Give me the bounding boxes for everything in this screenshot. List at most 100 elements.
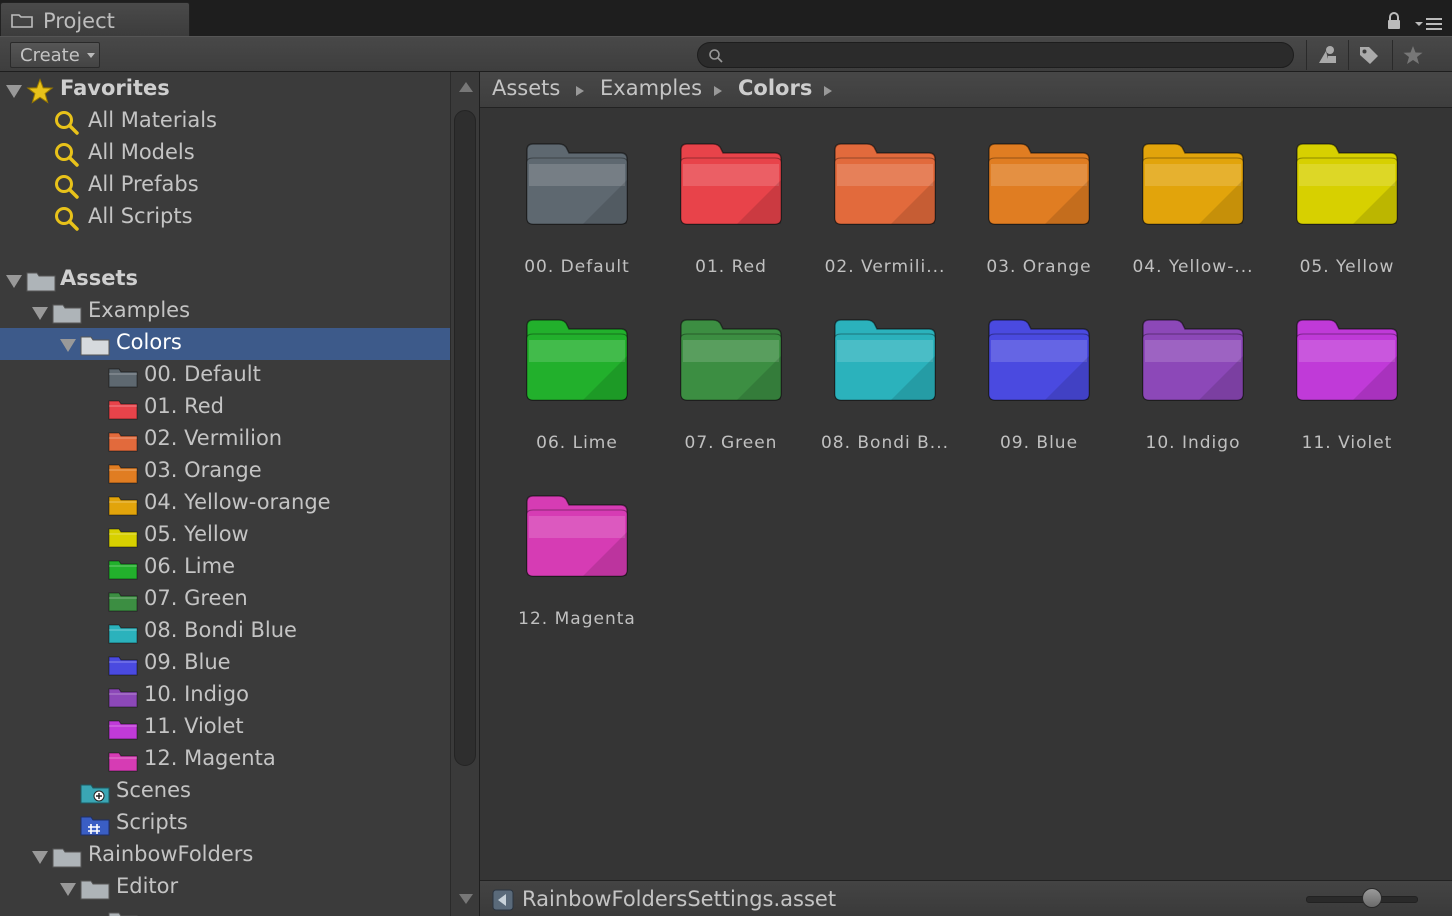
tree-item-label: 10. Indigo	[144, 682, 249, 706]
folder-tile[interactable]: 06. Lime	[502, 316, 652, 476]
breadcrumb-colors[interactable]: Colors	[738, 76, 812, 100]
breadcrumb-assets[interactable]: Assets	[492, 76, 560, 100]
tree-item-color-folder[interactable]: 07. Green	[0, 584, 450, 616]
scenes-label: Scenes	[116, 778, 191, 802]
folder-tile[interactable]: 10. Indigo	[1118, 316, 1268, 476]
folder-tile[interactable]: 03. Orange	[964, 140, 1114, 300]
folder-icon	[108, 368, 138, 388]
filter-by-label-button[interactable]	[1348, 40, 1388, 70]
favorites-item[interactable]: All Scripts	[0, 202, 450, 234]
folder-tile-label: 04. Yellow-...	[1132, 257, 1254, 277]
favorites-item-label: All Materials	[88, 108, 217, 132]
folder-icon	[108, 912, 138, 916]
tree-item-scripts[interactable]: Scripts	[0, 808, 450, 840]
scripts-folder-icon	[80, 816, 110, 836]
folder-tile[interactable]: 02. Vermili...	[810, 140, 960, 300]
folder-icon	[988, 319, 1090, 401]
folder-tile[interactable]: 11. Violet	[1272, 316, 1422, 476]
search-input[interactable]	[732, 45, 1276, 67]
folder-tile[interactable]: 07. Green	[656, 316, 806, 476]
breadcrumb-separator-icon	[576, 86, 584, 96]
tree-item-label: 05. Yellow	[144, 522, 249, 546]
folder-icon	[80, 336, 110, 356]
tree-item-color-folder[interactable]: 08. Bondi Blue	[0, 616, 450, 648]
project-tab[interactable]: Project	[0, 2, 190, 36]
tree-scrollbar[interactable]	[450, 72, 480, 916]
folder-icon	[108, 464, 138, 484]
asset-grid: 00. Default 01. Red 02. Vermili... 03. Oran…	[480, 108, 1452, 880]
project-toolbar: Create	[0, 36, 1452, 72]
search-icon	[55, 111, 79, 135]
expand-triangle-icon[interactable]	[6, 85, 22, 98]
expand-triangle-icon[interactable]	[32, 851, 48, 864]
folder-tile[interactable]: 09. Blue	[964, 316, 1114, 476]
folder-icon	[680, 319, 782, 401]
tree-item-color-folder[interactable]: 00. Default	[0, 360, 450, 392]
tree-item-rainbowfolders[interactable]: RainbowFolders	[0, 840, 450, 872]
rainbowfolders-label: RainbowFolders	[88, 842, 254, 866]
expand-triangle-icon[interactable]	[6, 275, 22, 288]
tree-item-favorites[interactable]: Favorites	[0, 74, 450, 106]
breadcrumb: Assets Examples Colors	[480, 72, 1452, 108]
tree-item-color-folder[interactable]: 12. Magenta	[0, 744, 450, 776]
expand-triangle-icon[interactable]	[60, 883, 76, 896]
tree-item-label: 11. Violet	[144, 714, 244, 738]
tree-item-color-folder[interactable]: 11. Violet	[0, 712, 450, 744]
tree-item-color-folder[interactable]: 05. Yellow	[0, 520, 450, 552]
favorites-item[interactable]: All Models	[0, 138, 450, 170]
scroll-up-arrow-icon[interactable]	[459, 82, 473, 92]
folder-tile[interactable]: 05. Yellow	[1272, 140, 1422, 300]
search-icon	[55, 175, 79, 199]
star-icon	[26, 78, 54, 104]
tree-item-colors[interactable]: Colors	[0, 328, 450, 360]
window-tab-bar: Project	[0, 0, 1452, 36]
folder-icon	[108, 560, 138, 580]
tree-item-color-folder[interactable]: 06. Lime	[0, 552, 450, 584]
favorite-star-icon	[1403, 46, 1423, 64]
tree-item-color-folder[interactable]: 03. Orange	[0, 456, 450, 488]
create-label: Create	[20, 45, 80, 66]
tree-item-label: 07. Green	[144, 586, 248, 610]
tree-item-color-folder[interactable]: 09. Blue	[0, 648, 450, 680]
folder-tile[interactable]: 01. Red	[656, 140, 806, 300]
lock-icon[interactable]	[1386, 12, 1402, 30]
tree-item-color-folder[interactable]: 04. Yellow-orange	[0, 488, 450, 520]
folder-icon	[108, 656, 138, 676]
folder-tile[interactable]: 12. Magenta	[502, 492, 652, 652]
folder-tile[interactable]: 04. Yellow-...	[1118, 140, 1268, 300]
tree-item-editor[interactable]: Editor	[0, 872, 450, 904]
tree-item-color-folder[interactable]: 10. Indigo	[0, 680, 450, 712]
favorites-item-label: All Prefabs	[88, 172, 199, 196]
folder-tile[interactable]: 00. Default	[502, 140, 652, 300]
folder-icon	[526, 143, 628, 225]
folder-tile[interactable]: 08. Bondi B...	[810, 316, 960, 476]
assets-label: Assets	[60, 266, 139, 290]
expand-triangle-icon[interactable]	[60, 339, 76, 352]
tree-item-color-folder[interactable]: 01. Red	[0, 392, 450, 424]
dropdown-arrow-icon	[87, 53, 95, 58]
create-button[interactable]: Create	[10, 42, 100, 68]
zoom-slider-thumb[interactable]	[1362, 888, 1382, 908]
favorites-item[interactable]: All Materials	[0, 106, 450, 138]
expand-triangle-icon[interactable]	[32, 307, 48, 320]
favorites-item[interactable]: All Prefabs	[0, 170, 450, 202]
panel-menu-icon[interactable]	[1414, 14, 1444, 32]
favorites-item-label: All Scripts	[88, 204, 193, 228]
folder-tile-label: 11. Violet	[1301, 433, 1393, 453]
filter-by-type-button[interactable]	[1306, 40, 1346, 70]
tree-item-assets[interactable]: Assets	[0, 264, 450, 296]
tree-item-partial[interactable]	[0, 904, 450, 916]
favorite-button[interactable]	[1392, 40, 1432, 70]
search-box[interactable]	[697, 42, 1294, 68]
scroll-down-arrow-icon[interactable]	[459, 894, 473, 904]
breadcrumb-examples[interactable]: Examples	[600, 76, 702, 100]
tree-item-color-folder[interactable]: 02. Vermilion	[0, 424, 450, 456]
tree-item-scenes[interactable]: Scenes	[0, 776, 450, 808]
tree-item-examples[interactable]: Examples	[0, 296, 450, 328]
folder-icon	[52, 848, 82, 868]
scrollbar-thumb[interactable]	[454, 110, 476, 766]
folder-icon	[52, 304, 82, 324]
breadcrumb-separator-icon	[824, 86, 832, 96]
folder-icon	[834, 319, 936, 401]
status-bar: RainbowFoldersSettings.asset	[480, 880, 1452, 916]
